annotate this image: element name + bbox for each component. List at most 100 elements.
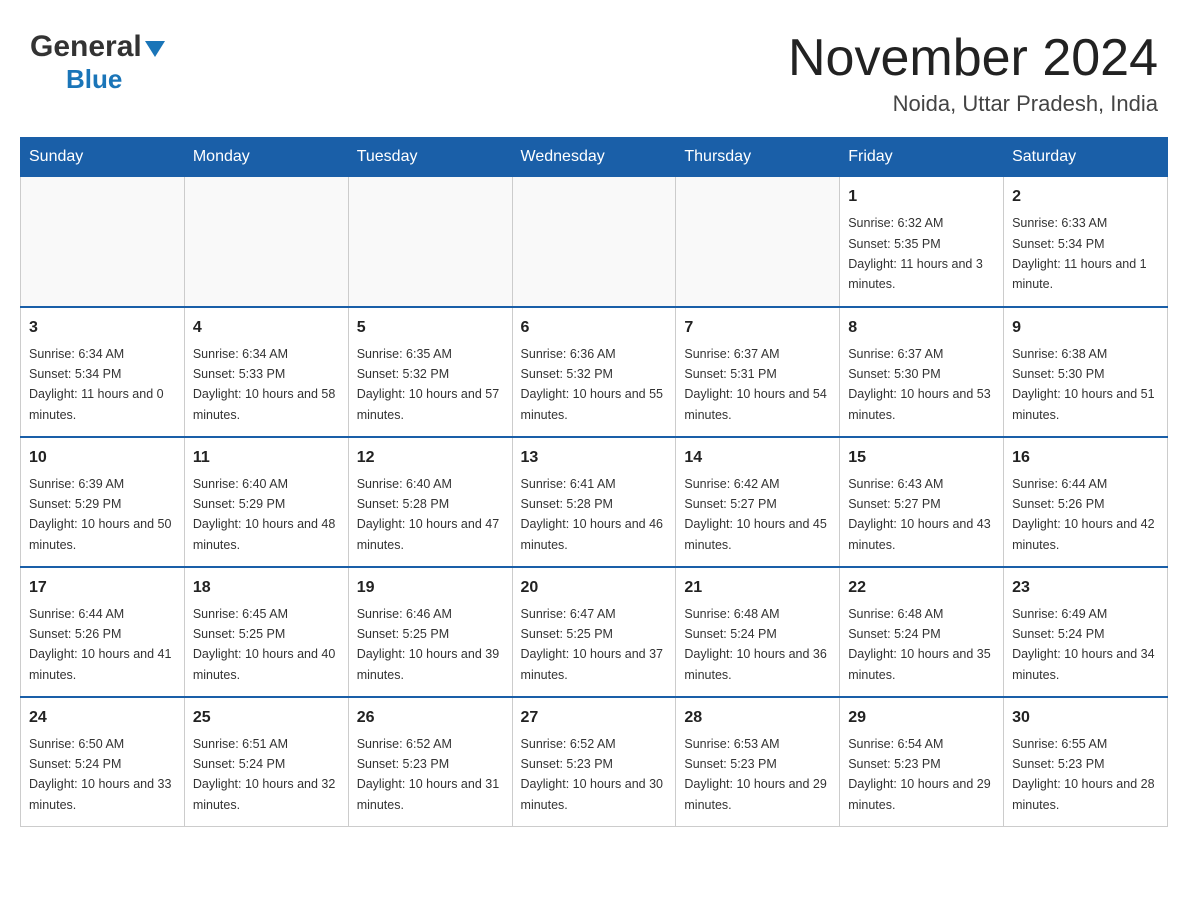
day-number: 2: [1012, 185, 1159, 209]
calendar-cell: 9Sunrise: 6:38 AMSunset: 5:30 PMDaylight…: [1004, 307, 1168, 437]
calendar-cell: 20 Sunrise: 6:47 AMSunset: 5:25 PMDayligh…: [512, 567, 676, 697]
day-number: 17: [29, 576, 176, 600]
calendar-cell: 21Sunrise: 6:48 AMSunset: 5:24 PMDayligh…: [676, 567, 840, 697]
calendar-cell: 19Sunrise: 6:46 AMSunset: 5:25 PMDayligh…: [348, 567, 512, 697]
day-info: Sunrise: 6:33 AMSunset: 5:34 PMDaylight:…: [1012, 216, 1147, 291]
day-info: Sunrise: 6:40 AMSunset: 5:29 PMDaylight:…: [193, 477, 335, 552]
day-info: Sunrise: 6:54 AMSunset: 5:23 PMDaylight:…: [848, 737, 990, 812]
day-info: Sunrise: 6:48 AMSunset: 5:24 PMDaylight:…: [848, 607, 990, 682]
calendar-cell: 24 Sunrise: 6:50 AMSunset: 5:24 PMDayligh…: [21, 697, 185, 827]
calendar-cell: 7 Sunrise: 6:37 AMSunset: 5:31 PMDaylight…: [676, 307, 840, 437]
logo-blue-text: Blue: [66, 64, 122, 94]
day-info: Sunrise: 6:52 AMSunset: 5:23 PMDaylight:…: [357, 737, 499, 812]
calendar-cell: 14 Sunrise: 6:42 AMSunset: 5:27 PMDayligh…: [676, 437, 840, 567]
day-number: 15: [848, 446, 995, 470]
day-number: 24: [29, 706, 176, 730]
day-number: 6: [521, 316, 668, 340]
day-info: Sunrise: 6:42 AMSunset: 5:27 PMDaylight:…: [684, 477, 826, 552]
calendar-cell: [184, 177, 348, 307]
day-info: Sunrise: 6:44 AMSunset: 5:26 PMDaylight:…: [1012, 477, 1154, 552]
day-info: Sunrise: 6:37 AMSunset: 5:30 PMDaylight:…: [848, 347, 990, 422]
day-number: 12: [357, 446, 504, 470]
day-info: Sunrise: 6:51 AMSunset: 5:24 PMDaylight:…: [193, 737, 335, 812]
calendar-cell: 4 Sunrise: 6:34 AMSunset: 5:33 PMDaylight…: [184, 307, 348, 437]
day-info: Sunrise: 6:39 AMSunset: 5:29 PMDaylight:…: [29, 477, 171, 552]
day-number: 8: [848, 316, 995, 340]
calendar-cell: 18Sunrise: 6:45 AMSunset: 5:25 PMDayligh…: [184, 567, 348, 697]
day-info: Sunrise: 6:38 AMSunset: 5:30 PMDaylight:…: [1012, 347, 1154, 422]
calendar-cell: 1Sunrise: 6:32 AMSunset: 5:35 PMDaylight…: [840, 177, 1004, 307]
calendar-cell: 12 Sunrise: 6:40 AMSunset: 5:28 PMDayligh…: [348, 437, 512, 567]
calendar-cell: 23Sunrise: 6:49 AMSunset: 5:24 PMDayligh…: [1004, 567, 1168, 697]
day-number: 10: [29, 446, 176, 470]
day-number: 14: [684, 446, 831, 470]
calendar-week-row: 24 Sunrise: 6:50 AMSunset: 5:24 PMDayligh…: [21, 697, 1168, 827]
day-number: 22: [848, 576, 995, 600]
calendar-cell: 6 Sunrise: 6:36 AMSunset: 5:32 PMDaylight…: [512, 307, 676, 437]
calendar-cell: 27Sunrise: 6:52 AMSunset: 5:23 PMDayligh…: [512, 697, 676, 827]
location-title: Noida, Uttar Pradesh, India: [788, 91, 1158, 117]
day-info: Sunrise: 6:40 AMSunset: 5:28 PMDaylight:…: [357, 477, 499, 552]
calendar-cell: 29Sunrise: 6:54 AMSunset: 5:23 PMDayligh…: [840, 697, 1004, 827]
day-number: 3: [29, 316, 176, 340]
calendar-cell: 17 Sunrise: 6:44 AMSunset: 5:26 PMDayligh…: [21, 567, 185, 697]
calendar-cell: [21, 177, 185, 307]
day-info: Sunrise: 6:43 AMSunset: 5:27 PMDaylight:…: [848, 477, 990, 552]
calendar-cell: 2 Sunrise: 6:33 AMSunset: 5:34 PMDaylight…: [1004, 177, 1168, 307]
day-number: 1: [848, 185, 995, 209]
day-info: Sunrise: 6:47 AMSunset: 5:25 PMDaylight:…: [521, 607, 663, 682]
page-header: General Blue November 2024 Noida, Uttar …: [20, 20, 1168, 117]
logo-general-text: General: [30, 30, 142, 64]
calendar-week-row: 17 Sunrise: 6:44 AMSunset: 5:26 PMDayligh…: [21, 567, 1168, 697]
calendar-cell: 8 Sunrise: 6:37 AMSunset: 5:30 PMDaylight…: [840, 307, 1004, 437]
title-block: November 2024 Noida, Uttar Pradesh, Indi…: [788, 30, 1158, 117]
calendar-cell: 16 Sunrise: 6:44 AMSunset: 5:26 PMDayligh…: [1004, 437, 1168, 567]
calendar-cell: [676, 177, 840, 307]
day-info: Sunrise: 6:41 AMSunset: 5:28 PMDaylight:…: [521, 477, 663, 552]
day-info: Sunrise: 6:37 AMSunset: 5:31 PMDaylight:…: [684, 347, 826, 422]
day-info: Sunrise: 6:55 AMSunset: 5:23 PMDaylight:…: [1012, 737, 1154, 812]
day-info: Sunrise: 6:53 AMSunset: 5:23 PMDaylight:…: [684, 737, 826, 812]
day-number: 30: [1012, 706, 1159, 730]
calendar-week-row: 3 Sunrise: 6:34 AMSunset: 5:34 PMDaylight…: [21, 307, 1168, 437]
calendar-table: Sunday Monday Tuesday Wednesday Thursday…: [20, 137, 1168, 827]
day-info: Sunrise: 6:36 AMSunset: 5:32 PMDaylight:…: [521, 347, 663, 422]
day-number: 13: [521, 446, 668, 470]
day-number: 4: [193, 316, 340, 340]
day-info: Sunrise: 6:35 AMSunset: 5:32 PMDaylight:…: [357, 347, 499, 422]
calendar-cell: 25 Sunrise: 6:51 AMSunset: 5:24 PMDayligh…: [184, 697, 348, 827]
day-info: Sunrise: 6:34 AMSunset: 5:33 PMDaylight:…: [193, 347, 335, 422]
header-wednesday: Wednesday: [512, 138, 676, 177]
calendar-cell: 26Sunrise: 6:52 AMSunset: 5:23 PMDayligh…: [348, 697, 512, 827]
calendar-cell: [512, 177, 676, 307]
header-monday: Monday: [184, 138, 348, 177]
day-number: 25: [193, 706, 340, 730]
calendar-cell: 10 Sunrise: 6:39 AMSunset: 5:29 PMDayligh…: [21, 437, 185, 567]
day-info: Sunrise: 6:44 AMSunset: 5:26 PMDaylight:…: [29, 607, 171, 682]
day-number: 11: [193, 446, 340, 470]
header-tuesday: Tuesday: [348, 138, 512, 177]
day-number: 28: [684, 706, 831, 730]
day-info: Sunrise: 6:50 AMSunset: 5:24 PMDaylight:…: [29, 737, 171, 812]
calendar-week-row: 1Sunrise: 6:32 AMSunset: 5:35 PMDaylight…: [21, 177, 1168, 307]
day-number: 16: [1012, 446, 1159, 470]
header-friday: Friday: [840, 138, 1004, 177]
calendar-cell: 22 Sunrise: 6:48 AMSunset: 5:24 PMDayligh…: [840, 567, 1004, 697]
calendar-cell: 30 Sunrise: 6:55 AMSunset: 5:23 PMDayligh…: [1004, 697, 1168, 827]
header-saturday: Saturday: [1004, 138, 1168, 177]
calendar-cell: 5 Sunrise: 6:35 AMSunset: 5:32 PMDaylight…: [348, 307, 512, 437]
header-sunday: Sunday: [21, 138, 185, 177]
day-number: 7: [684, 316, 831, 340]
logo-triangle-icon: [145, 41, 165, 57]
day-number: 20: [521, 576, 668, 600]
day-info: Sunrise: 6:34 AMSunset: 5:34 PMDaylight:…: [29, 347, 164, 422]
day-info: Sunrise: 6:48 AMSunset: 5:24 PMDaylight:…: [684, 607, 826, 682]
day-info: Sunrise: 6:49 AMSunset: 5:24 PMDaylight:…: [1012, 607, 1154, 682]
month-title: November 2024: [788, 30, 1158, 87]
calendar-cell: 28 Sunrise: 6:53 AMSunset: 5:23 PMDayligh…: [676, 697, 840, 827]
day-number: 5: [357, 316, 504, 340]
logo: General Blue: [30, 30, 165, 95]
day-number: 19: [357, 576, 504, 600]
calendar-week-row: 10 Sunrise: 6:39 AMSunset: 5:29 PMDayligh…: [21, 437, 1168, 567]
day-info: Sunrise: 6:52 AMSunset: 5:23 PMDaylight:…: [521, 737, 663, 812]
